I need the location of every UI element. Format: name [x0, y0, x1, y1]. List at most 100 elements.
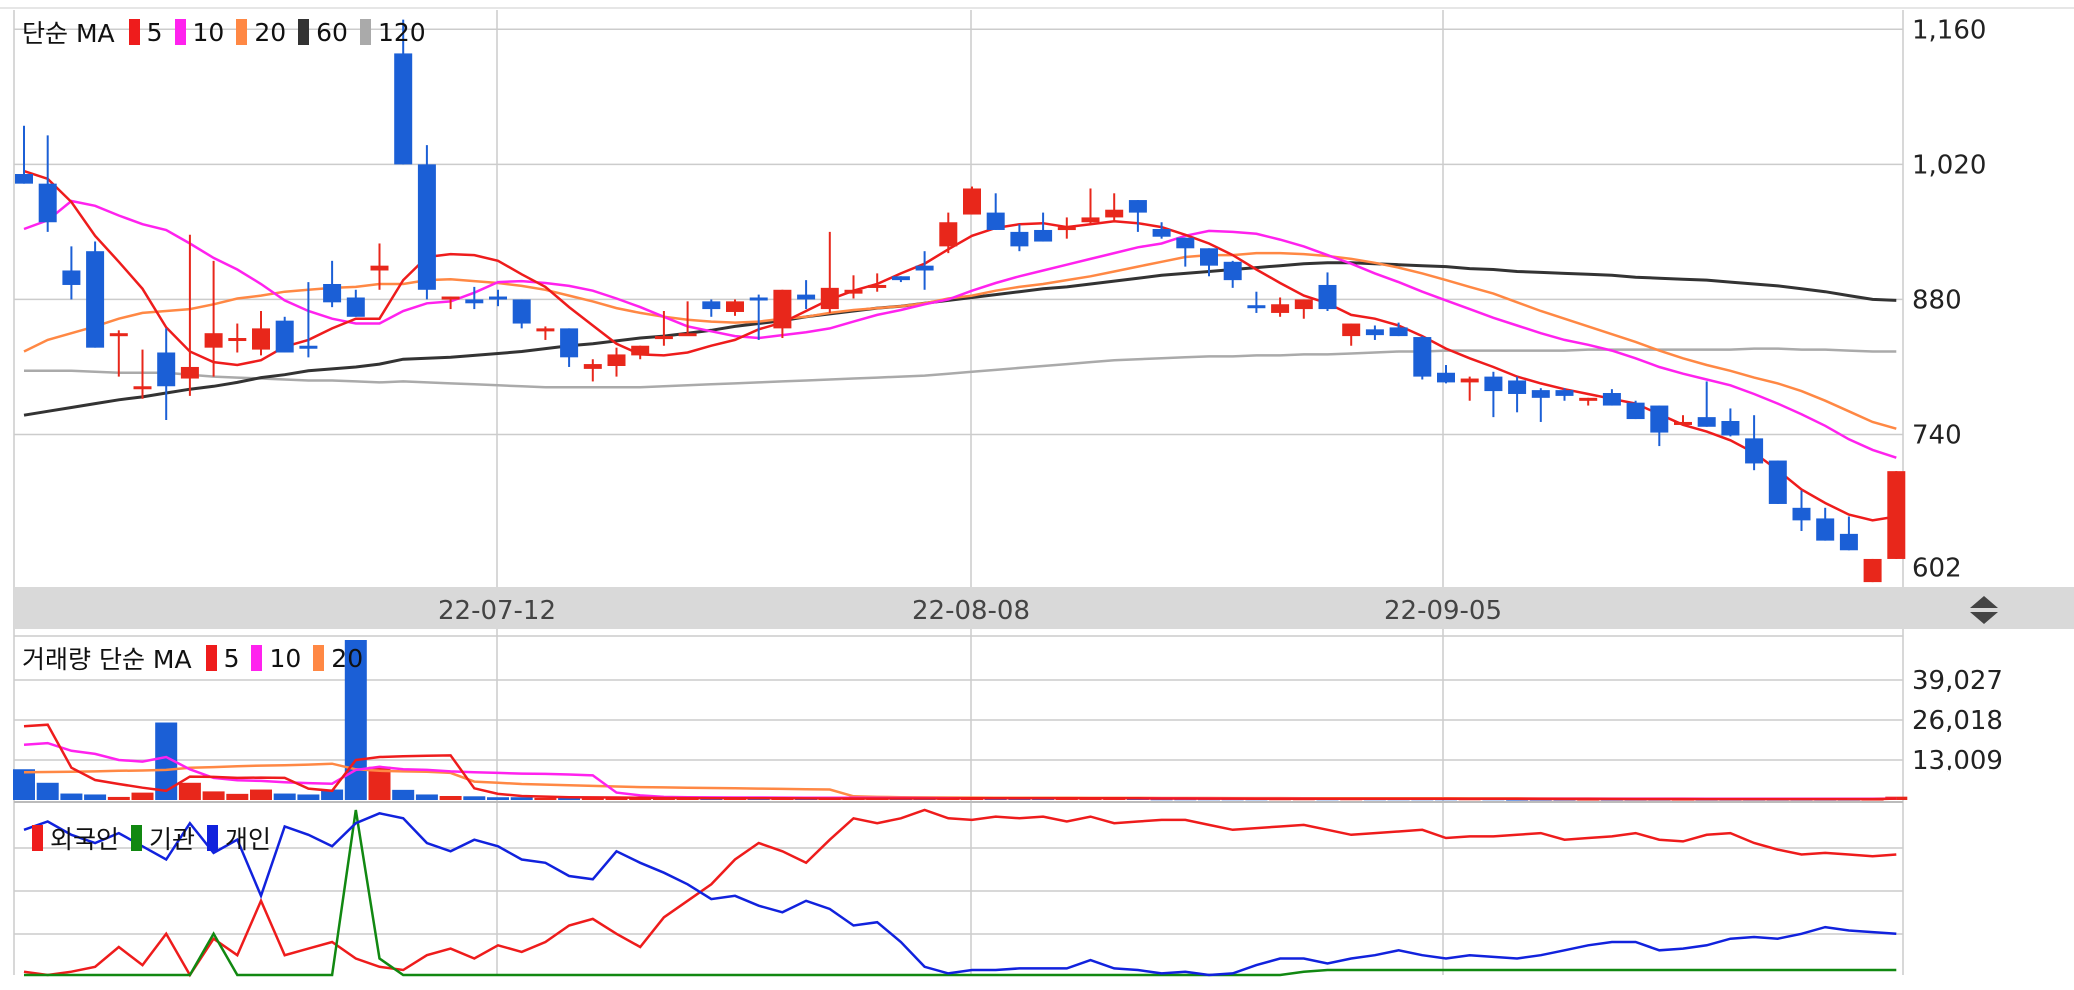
current-price-value: 700 — [1912, 471, 1962, 501]
current-price-badge: 700 — [1906, 465, 2066, 507]
candle — [1294, 299, 1313, 319]
candle — [512, 299, 531, 329]
volume-ma-legend-swatch — [313, 645, 325, 671]
candle-body — [868, 284, 887, 288]
stock-chart-screen: 1,160 1,020 880 740 602 22-07-12 22-08-08 22-09… — [0, 0, 2074, 990]
candle-body — [1650, 405, 1669, 433]
up-down-arrows-icon[interactable] — [1966, 592, 2002, 628]
candle — [346, 289, 365, 317]
volume-ma-line-20 — [23, 762, 1897, 801]
candle — [986, 193, 1005, 230]
candle — [1484, 371, 1503, 418]
candle-body — [1460, 378, 1479, 383]
volume-bar — [510, 797, 533, 800]
candle-body — [1602, 393, 1621, 406]
candle-body — [1863, 558, 1882, 583]
candle-body — [915, 265, 934, 271]
candle-body — [891, 276, 910, 281]
volume-axis-label: 26,018 — [1912, 706, 2003, 736]
candle-body — [252, 328, 270, 350]
price-ma-legend-swatch — [236, 19, 248, 45]
date-tick-label: 22-08-08 — [912, 596, 1030, 626]
candle — [299, 282, 318, 358]
candle — [86, 241, 105, 348]
candle-body — [1034, 229, 1053, 242]
volume-ma-legend-swatch — [251, 645, 263, 671]
candle — [275, 316, 294, 353]
candle — [1152, 222, 1171, 239]
candle — [1531, 388, 1550, 422]
candle — [180, 234, 199, 396]
candle-body — [1128, 200, 1147, 213]
candle-body — [963, 188, 981, 215]
candle-body — [1342, 323, 1361, 337]
chart-canvas[interactable]: 1,160 1,020 880 740 602 22-07-12 22-08-08 22-09… — [0, 0, 2074, 990]
volume-bar — [439, 796, 462, 800]
current-volume-value: 1,080 — [1912, 765, 1987, 795]
candle — [1342, 323, 1361, 346]
candle-body — [180, 366, 199, 379]
candle — [1839, 516, 1858, 551]
candle-body — [749, 297, 768, 301]
candle-body — [489, 296, 507, 300]
candle-body — [820, 287, 839, 310]
candle-body — [1721, 420, 1740, 436]
candle — [15, 125, 33, 184]
candle — [1271, 297, 1290, 317]
candle — [1745, 415, 1764, 471]
candle-body — [1437, 372, 1455, 383]
candle — [560, 328, 579, 367]
candle-body — [417, 164, 436, 290]
candle — [1223, 260, 1242, 288]
candle-body — [86, 251, 105, 348]
investor-legend-label: 기관 — [149, 825, 196, 854]
volume-bar — [226, 793, 249, 800]
candle — [1057, 217, 1076, 239]
candle-body — [228, 338, 247, 342]
candle — [1318, 272, 1337, 312]
candle-body — [654, 336, 673, 340]
candle — [1579, 397, 1598, 406]
volume-bar — [463, 796, 486, 800]
candle — [1650, 405, 1669, 447]
candle-body — [299, 345, 318, 349]
candle-body — [1768, 460, 1787, 504]
candle — [1768, 460, 1787, 504]
candle — [417, 145, 436, 300]
candle — [1081, 188, 1100, 225]
candle-body — [1271, 304, 1290, 313]
price-ma-legend-label: 10 — [192, 17, 225, 47]
volume-bar — [415, 794, 438, 800]
candle-body — [1579, 397, 1598, 401]
investor-legend-swatch — [131, 825, 143, 851]
volume-ma-line-5 — [23, 723, 1897, 801]
volume-bar — [13, 769, 35, 800]
candle-body — [1839, 533, 1858, 551]
candle — [157, 328, 176, 421]
candle-body — [1223, 261, 1242, 281]
volume-ma-line-10 — [23, 741, 1897, 801]
candle-body — [323, 283, 342, 303]
candle-body — [38, 183, 57, 223]
investor-legend-swatch — [207, 825, 219, 851]
volume-bar — [36, 782, 59, 800]
candle — [252, 311, 270, 356]
volume-ma-legend: 거래량 단순 MA 5 10 20 — [22, 640, 365, 676]
candle — [583, 359, 602, 382]
candle-body — [204, 333, 223, 348]
candle-body — [512, 299, 531, 324]
candle-body — [1697, 417, 1716, 427]
price-ma-legend: 단순 MA 5 10 20 60 120 — [22, 14, 428, 50]
volume-bar — [250, 789, 272, 800]
investor-legend: 외국인 기관 개인 — [22, 820, 273, 856]
volume-bar — [392, 789, 415, 800]
candle — [963, 186, 981, 215]
investor-legend-swatch — [32, 825, 43, 851]
candle-body — [678, 333, 697, 337]
candle — [1816, 507, 1835, 541]
candle-body — [797, 294, 816, 300]
candle — [607, 347, 626, 377]
candle — [797, 280, 816, 310]
volume-ma-legend-swatch — [205, 645, 217, 671]
candle-body — [1057, 227, 1076, 231]
